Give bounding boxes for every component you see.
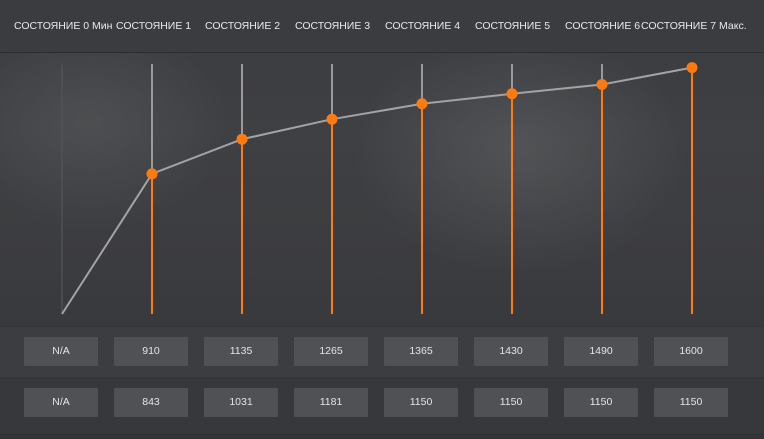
- state-curve-chart: [61, 62, 698, 315]
- value-1-cell-state-2[interactable]: 1135: [204, 337, 278, 366]
- state-point-2[interactable]: [236, 133, 248, 145]
- value-2-cell-state-3[interactable]: 1181: [294, 388, 368, 417]
- value-1-cell-state-4[interactable]: 1365: [384, 337, 458, 366]
- state-header: СОСТОЯНИЕ 0 Мин СОСТОЯНИЕ 1 СОСТОЯНИЕ 2 …: [0, 0, 764, 53]
- value-1-cell-state-6[interactable]: 1490: [564, 337, 638, 366]
- value-1-cell-state-3[interactable]: 1265: [294, 337, 368, 366]
- value-2-cell-state-4[interactable]: 1150: [384, 388, 458, 417]
- state-point-4[interactable]: [416, 98, 428, 110]
- gpu-state-editor: СОСТОЯНИЕ 0 Мин СОСТОЯНИЕ 1 СОСТОЯНИЕ 2 …: [0, 0, 764, 439]
- state-label-2[interactable]: СОСТОЯНИЕ 2: [205, 0, 280, 52]
- value-2-cell-state-7[interactable]: 1150: [654, 388, 728, 417]
- value-1-cell-state-7[interactable]: 1600: [654, 337, 728, 366]
- state-label-5[interactable]: СОСТОЯНИЕ 5: [475, 0, 550, 52]
- state-point-7[interactable]: [686, 62, 698, 74]
- state-point-3[interactable]: [326, 113, 338, 125]
- state-label-0[interactable]: СОСТОЯНИЕ 0 Мин: [14, 0, 112, 52]
- value-2-cell-state-2[interactable]: 1031: [204, 388, 278, 417]
- value-2-cell-state-5[interactable]: 1150: [474, 388, 548, 417]
- value-1-cell-state-1[interactable]: 910: [114, 337, 188, 366]
- value-row-2: N/A 843 1031 1181 1150 1150 1150 1150: [0, 377, 764, 433]
- state-label-6[interactable]: СОСТОЯНИЕ 6: [565, 0, 640, 52]
- state-label-1[interactable]: СОСТОЯНИЕ 1: [116, 0, 191, 52]
- state-point-1[interactable]: [146, 168, 158, 180]
- state-curve-line: [61, 66, 693, 315]
- state-point-6[interactable]: [596, 79, 608, 91]
- value-row-1: N/A 910 1135 1265 1365 1430 1490 1600: [0, 326, 764, 377]
- value-1-cell-state-0[interactable]: N/A: [24, 337, 98, 366]
- value-1-cell-state-5[interactable]: 1430: [474, 337, 548, 366]
- state-label-4[interactable]: СОСТОЯНИЕ 4: [385, 0, 460, 52]
- state-label-7[interactable]: СОСТОЯНИЕ 7 Макс.: [641, 0, 747, 52]
- value-2-cell-state-0[interactable]: N/A: [24, 388, 98, 417]
- value-2-cell-state-1[interactable]: 843: [114, 388, 188, 417]
- value-2-cell-state-6[interactable]: 1150: [564, 388, 638, 417]
- state-point-5[interactable]: [506, 88, 518, 100]
- state-label-3[interactable]: СОСТОЯНИЕ 3: [295, 0, 370, 52]
